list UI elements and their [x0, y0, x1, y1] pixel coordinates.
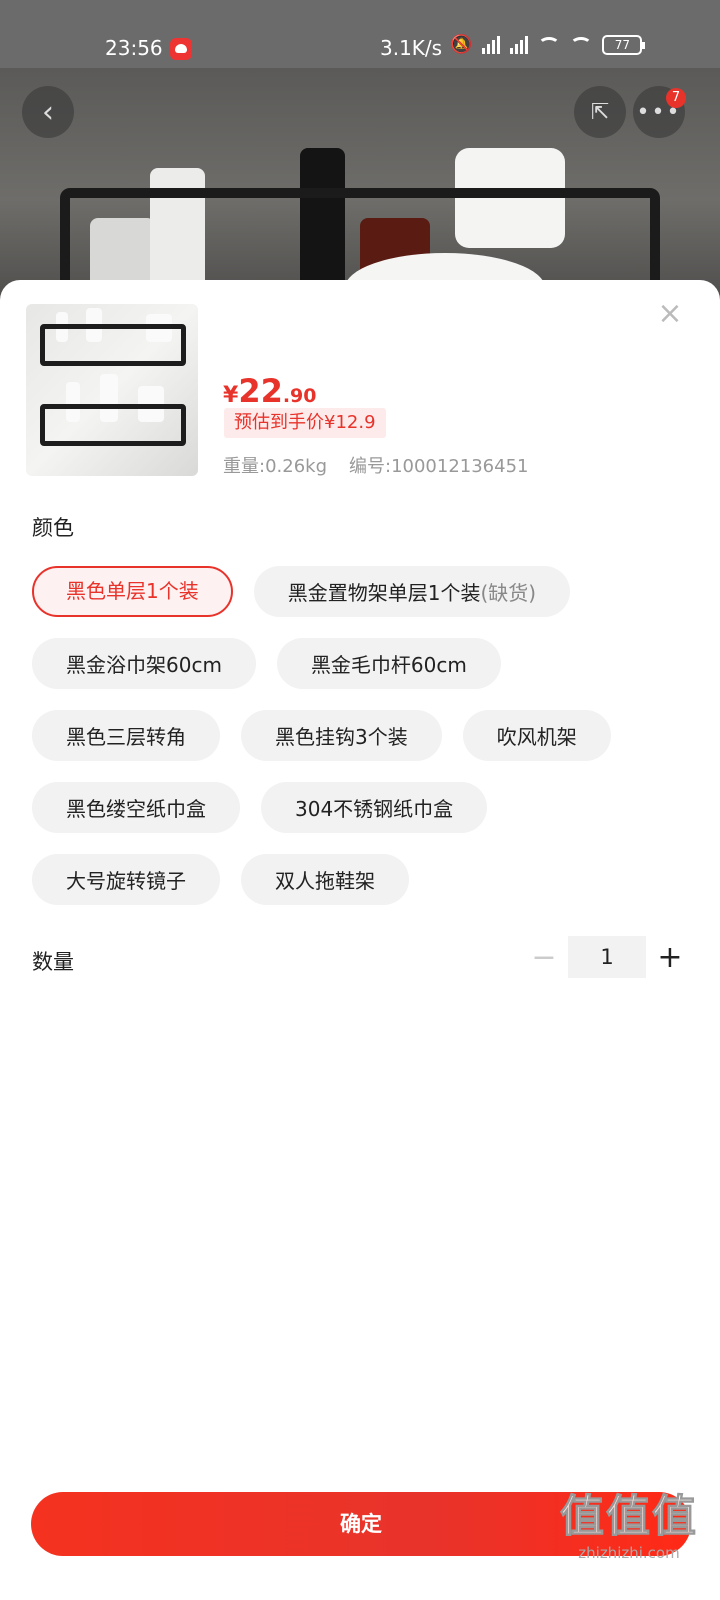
option-label: 双人拖鞋架 [275, 869, 375, 893]
color-options: 黑色单层1个装 黑金置物架单层1个装(缺货) 黑金浴巾架60cm 黑金毛巾杆60… [32, 566, 692, 905]
color-option[interactable]: 黑色三层转角 [32, 710, 220, 761]
thumb-shelf [40, 324, 186, 366]
quantity-title: 数量 [32, 950, 74, 974]
quantity-stepper: − 1 + [524, 936, 690, 978]
estimated-price-badge: 预估到手价¥12.9 [224, 408, 386, 438]
close-icon: × [657, 296, 683, 331]
chevron-left-icon: ‹ [42, 94, 54, 130]
color-option[interactable]: 双人拖鞋架 [241, 854, 409, 905]
mute-icon: 🔕 [450, 34, 473, 55]
price-decimal: .90 [282, 385, 317, 407]
decrease-button[interactable]: − [524, 940, 564, 975]
color-option[interactable]: 大号旋转镜子 [32, 854, 220, 905]
color-option[interactable]: 黑金毛巾杆60cm [276, 638, 501, 689]
wifi-icon-2 [570, 36, 593, 53]
battery-icon: 77 [602, 34, 646, 55]
quantity-input[interactable]: 1 [568, 936, 646, 978]
option-label: 黑金置物架单层1个装 [287, 581, 481, 605]
back-button[interactable]: ‹ [22, 86, 74, 138]
watermark-url: zhizhizhi.com [578, 1544, 680, 1562]
weight-text: 重量:0.26kg [223, 456, 327, 477]
option-label: 黑金浴巾架60cm [66, 653, 222, 677]
option-label: 黑色三层转角 [66, 725, 186, 749]
option-label: 大号旋转镜子 [66, 869, 186, 893]
color-option[interactable]: 黑色挂钩3个装 [241, 710, 442, 761]
sku-number-text: 编号:100012136451 [349, 456, 529, 477]
price-currency: ¥ [223, 383, 239, 408]
close-button[interactable]: × [656, 299, 684, 329]
option-label: 黑色缕空纸巾盒 [66, 797, 206, 821]
product-meta: 重量:0.26kg 编号:100012136451 [223, 452, 529, 478]
status-time: 23:56 [105, 36, 163, 60]
share-icon: ⇱ [590, 99, 610, 125]
color-option[interactable]: 黑金浴巾架60cm [32, 638, 256, 689]
network-speed: 3.1K/s [380, 36, 443, 60]
wifi-icon [538, 36, 561, 53]
share-button[interactable]: ⇱ [574, 86, 626, 138]
color-option[interactable]: 304不锈钢纸巾盒 [261, 782, 488, 833]
watermark: 值值值 zhizhizhi.com [560, 1480, 698, 1563]
color-option[interactable]: 黑色缕空纸巾盒 [32, 782, 240, 833]
option-label: 吹风机架 [496, 725, 577, 749]
notification-badge: 7 [666, 88, 686, 108]
signal-icon [482, 35, 501, 54]
price: ¥22.90 [223, 372, 317, 410]
increase-button[interactable]: + [650, 940, 690, 975]
option-label: 黑色挂钩3个装 [275, 725, 408, 749]
status-bar: 23:56 3.1K/s 🔕 77 [0, 0, 720, 68]
product-thumbnail [26, 304, 198, 476]
option-label: 黑色单层1个装 [66, 579, 199, 603]
watermark-logo: 值值值 [560, 1491, 698, 1543]
signal-icon-2 [510, 35, 529, 54]
out-of-stock-tag: (缺货) [480, 581, 537, 605]
app-notification-icon [170, 38, 192, 60]
color-option[interactable]: 黑金置物架单层1个装(缺货) [253, 566, 571, 617]
thumb-shelf [40, 404, 186, 446]
option-label: 304不锈钢纸巾盒 [295, 797, 454, 821]
sku-selector-sheet: × ¥22.90 预估到手价¥12.9 重量:0.26kg 编号:10001213… [0, 280, 720, 1600]
status-icons: 🔕 77 [450, 34, 646, 55]
option-label: 黑金毛巾杆60cm [310, 653, 467, 677]
price-integer: 22 [238, 372, 283, 410]
color-section-title: 颜色 [32, 516, 74, 540]
color-option[interactable]: 黑色单层1个装 [32, 566, 233, 617]
color-option[interactable]: 吹风机架 [462, 710, 611, 761]
